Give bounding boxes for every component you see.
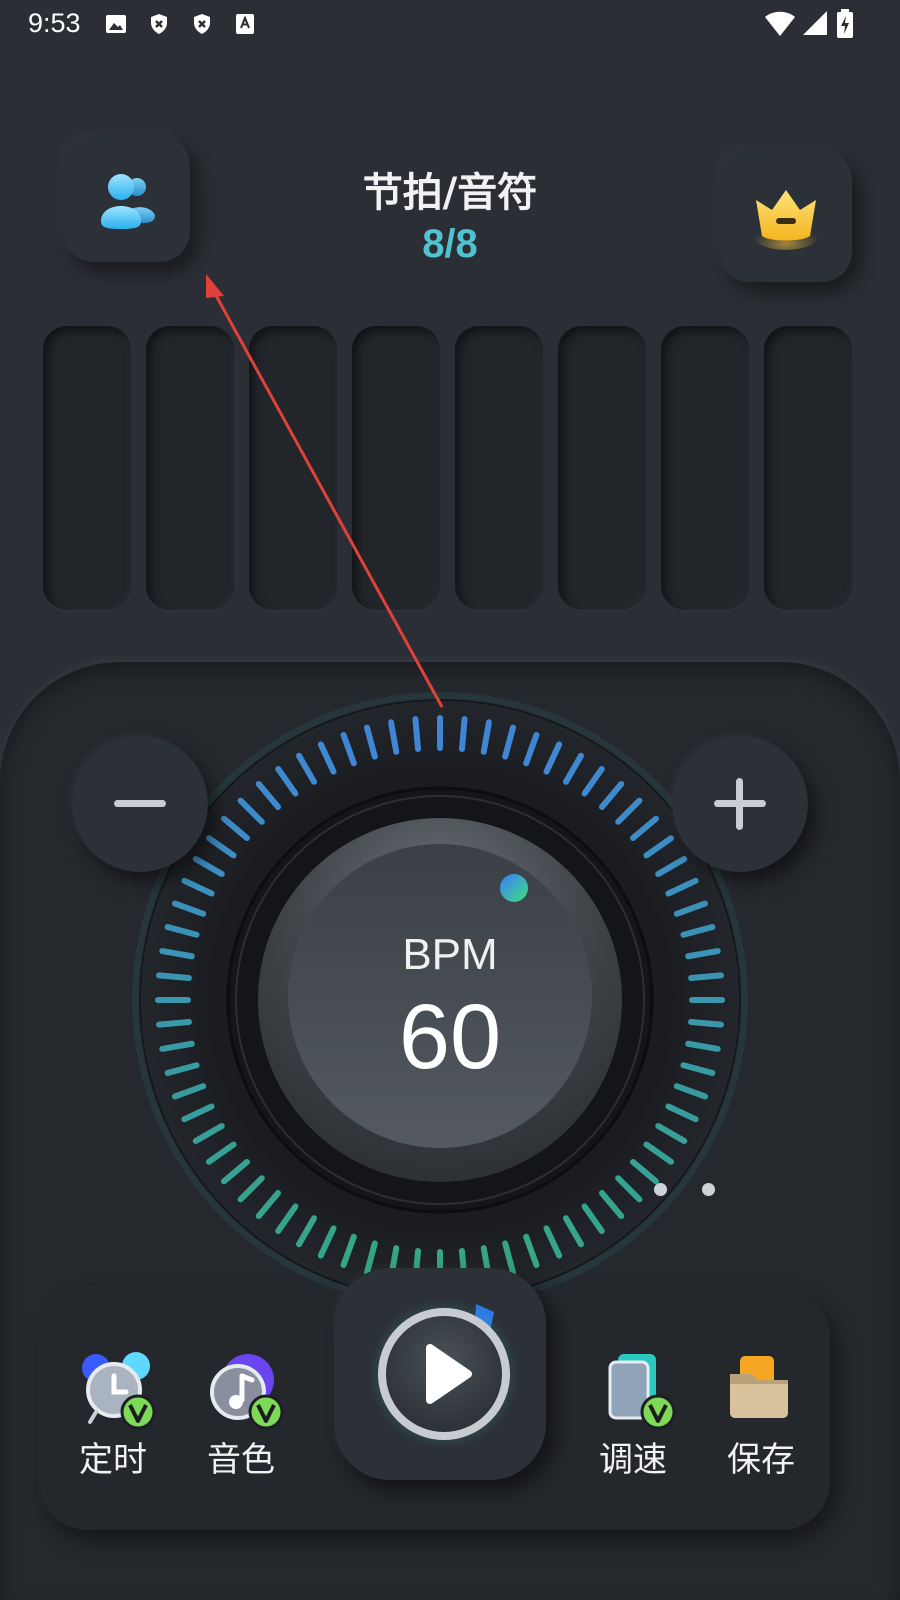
beat-bar[interactable]: [146, 326, 234, 610]
vip-crown-button[interactable]: [720, 150, 852, 282]
plus-icon: [714, 778, 766, 830]
beat-fraction[interactable]: 8/8: [300, 222, 600, 267]
decrease-bpm-button[interactable]: [72, 736, 208, 872]
beat-bar[interactable]: [249, 326, 337, 610]
sound-button[interactable]: 音色: [186, 1354, 296, 1480]
tempo-tick: [156, 1018, 192, 1028]
tempo-tick: [688, 972, 724, 982]
speed-label: 调速: [599, 1440, 667, 1480]
status-time: 9:53: [28, 8, 81, 38]
status-bar: 9:53: [0, 0, 900, 48]
folder-icon: [730, 1356, 788, 1418]
a-icon: [236, 14, 254, 34]
beat-bar[interactable]: [455, 326, 543, 610]
beat-bar[interactable]: [558, 326, 646, 610]
timer-label: 定时: [79, 1440, 147, 1480]
knob-indicator-dot: [500, 874, 528, 902]
save-button[interactable]: 保存: [706, 1356, 816, 1480]
crown-icon: [752, 190, 820, 250]
page-indicator-dot: [654, 1183, 667, 1196]
save-label: 保存: [727, 1440, 795, 1480]
tempo-tick: [412, 716, 422, 752]
vip-badge-icon: [248, 1394, 284, 1430]
increase-bpm-button[interactable]: [672, 736, 808, 872]
signal-icon: [803, 11, 827, 35]
beat-bar[interactable]: [352, 326, 440, 610]
beat-bar[interactable]: [43, 326, 131, 610]
users-icon: [101, 174, 155, 229]
timer-button[interactable]: 定时: [58, 1352, 168, 1480]
sound-label: 音色: [207, 1440, 275, 1480]
bpm-label: BPM: [402, 930, 498, 979]
image-icon: [106, 15, 126, 33]
bpm-value: 60: [398, 986, 502, 1088]
vip-badge-icon: [640, 1394, 676, 1430]
play-icon: [368, 1298, 520, 1450]
wifi-icon: [765, 11, 795, 36]
tempo-tick: [688, 1018, 724, 1028]
tempo-tick: [156, 972, 192, 982]
speed-button[interactable]: 调速: [578, 1354, 688, 1480]
play-button[interactable]: [334, 1268, 546, 1480]
page-title: 节拍/音符: [362, 170, 538, 216]
vip-badge-icon: [120, 1394, 156, 1430]
battery-charging-icon: [837, 9, 853, 38]
page-indicator-dot: [702, 1183, 715, 1196]
shield-x-icon: [151, 14, 167, 34]
members-button[interactable]: [64, 136, 190, 262]
tempo-tick: [458, 716, 468, 752]
shield-x-icon: [194, 14, 210, 34]
minus-icon: [114, 800, 166, 807]
beat-bar[interactable]: [764, 326, 852, 610]
beat-bar[interactable]: [661, 326, 749, 610]
